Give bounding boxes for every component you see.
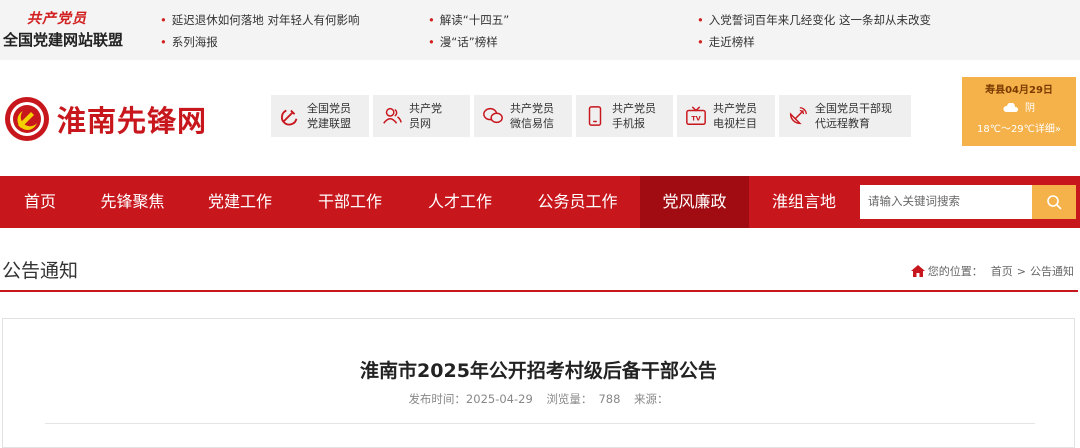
breadcrumb-home-link[interactable]: 首页 (991, 263, 1013, 279)
headline-links: 延迟退休如何落地 对年轻人有何影响 系列海报 解读“十四五” 漫“话”榜样 入党… (160, 10, 1060, 54)
views-value: 788 (598, 392, 621, 406)
quick-link-line: 共产党员 (510, 102, 554, 115)
article-source: 来源： (634, 392, 669, 406)
breadcrumb-current[interactable]: 公告通知 (1030, 263, 1074, 279)
satellite-icon (789, 107, 807, 125)
quick-link-remote-education[interactable]: 全国党员干部现 代远程教育 (779, 95, 911, 137)
article-meta: 发布时间：2025-04-29 浏览量： 788 来源： (3, 391, 1074, 407)
site-logo[interactable]: 淮南先锋网 (3, 95, 207, 143)
quick-link-party-member-net[interactable]: 共产党 员网 (373, 95, 470, 137)
quick-link-line: 电视栏目 (713, 117, 757, 130)
search-icon (1047, 195, 1062, 210)
quick-link-line: 全国党员 (307, 102, 351, 115)
quick-link-tv[interactable]: TV 共产党员电视栏目 (677, 95, 775, 137)
headline-link[interactable]: 入党誓词百年来几经变化 这一条却从未改变 (697, 12, 931, 28)
page-title: 公告通知 (2, 260, 79, 282)
title-divider (0, 290, 1078, 292)
nav-item-huaizu-forum[interactable]: 淮组言地 (749, 176, 859, 228)
alliance-name: 全国党建网站联盟 (3, 31, 124, 49)
nav-item-home[interactable]: 首页 (0, 176, 80, 228)
views-label: 浏览量： (546, 392, 593, 406)
breadcrumb-separator: > (1016, 264, 1026, 278)
quick-link-line: 代远程教育 (815, 117, 870, 130)
nav-item-party-building[interactable]: 党建工作 (185, 176, 295, 228)
party-emblem-icon (5, 97, 49, 141)
breadcrumb: 您的位置： 首页 > 公告通知 (910, 263, 1074, 279)
weather-condition: 阴 (1025, 103, 1035, 114)
quick-link-line: 全国党员干部现 (815, 102, 892, 115)
headline-link[interactable]: 解读“十四五” (428, 12, 509, 28)
weather-temperature-link[interactable]: 18℃～29℃详细» (962, 120, 1076, 135)
article-title: 淮南市2025年公开招考村级后备干部公告 (360, 360, 717, 382)
quick-link-line: 共产党员 (713, 102, 757, 115)
mobile-icon (588, 106, 602, 126)
weather-condition-row: 阴 (962, 99, 1076, 114)
quick-link-line: 党建联盟 (307, 117, 351, 130)
nav-item-integrity[interactable]: 党风廉政 (640, 176, 749, 228)
article-divider (45, 423, 1035, 424)
weather-city-date: 寿县04月29日 (985, 85, 1053, 96)
quick-link-line: 员网 (409, 117, 431, 130)
quick-link-alliance[interactable]: 全国党员 党建联盟 (271, 95, 369, 137)
alliance-script-text: 共产党员 (27, 11, 87, 27)
headline-link[interactable]: 走近榜样 (697, 34, 755, 50)
quick-link-line: 微信易信 (510, 117, 554, 130)
views-count: 浏览量： 788 (546, 392, 620, 406)
top-bar: 共产党员 全国党建网站联盟 延迟退休如何落地 对年轻人有何影响 系列海报 解读“… (0, 0, 1080, 60)
home-icon (910, 265, 925, 277)
quick-links: 全国党员党建联盟 共产党员网 共产党员微信易信 共产党员手机报 TV 共产党员电… (271, 95, 911, 137)
nav-item-cadre-work[interactable]: 干部工作 (295, 176, 405, 228)
quick-link-wechat[interactable]: 共产党员 微信易信 (474, 95, 572, 137)
cloud-icon (1003, 102, 1019, 112)
search-input[interactable] (860, 185, 1034, 219)
search-button[interactable] (1032, 185, 1076, 219)
site-logo-text: 淮南先锋网 (57, 104, 208, 138)
nav-item-civil-servant[interactable]: 公务员工作 (515, 176, 640, 228)
nav-item-pioneer-focus[interactable]: 先锋聚焦 (80, 176, 185, 228)
tv-icon: TV (686, 106, 706, 125)
quick-link-mobile[interactable]: 共产党员 手机报 (576, 95, 673, 137)
svg-text:TV: TV (691, 115, 700, 123)
article-panel: 淮南市2025年公开招考村级后备干部公告 发布时间：2025-04-29 浏览量… (2, 318, 1075, 448)
nav-item-talent-work[interactable]: 人才工作 (405, 176, 515, 228)
hammer-sickle-icon (281, 109, 298, 126)
headline-link[interactable]: 延迟退休如何落地 对年轻人有何影响 (160, 12, 360, 28)
party-alliance-logo[interactable]: 共产党员 全国党建网站联盟 (3, 8, 133, 50)
wechat-icon (483, 107, 503, 124)
headline-link[interactable]: 系列海报 (160, 34, 218, 50)
breadcrumb-prefix: 您的位置： (927, 265, 983, 278)
quick-link-line: 共产党员 (612, 102, 656, 115)
headline-link[interactable]: 漫“话”榜样 (428, 34, 498, 50)
weather-widget[interactable]: 寿县04月29日 阴 18℃～29℃详细» (962, 77, 1076, 146)
users-icon (383, 107, 402, 124)
quick-link-line: 共产党 (409, 102, 442, 115)
quick-link-line: 手机报 (612, 117, 645, 130)
publish-time: 发布时间：2025-04-29 (408, 392, 533, 406)
